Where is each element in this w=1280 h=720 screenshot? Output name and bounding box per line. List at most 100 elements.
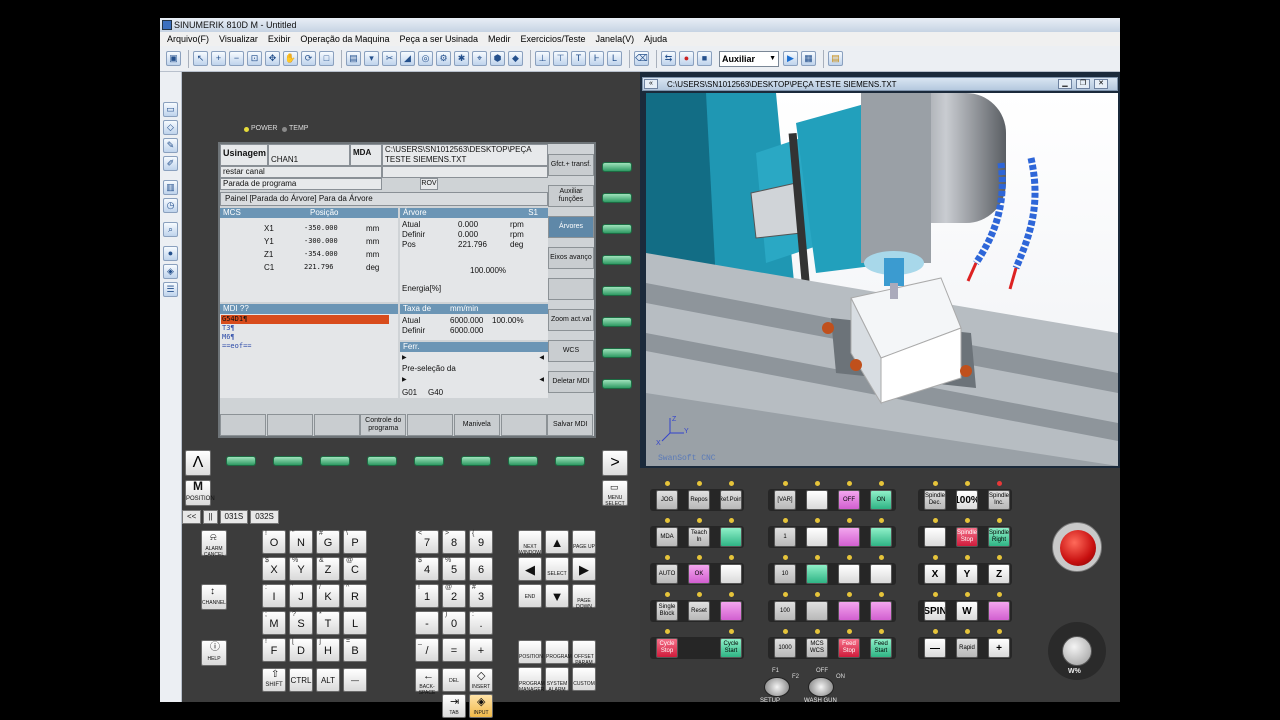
key-j[interactable]: ' J <box>289 584 313 608</box>
edit-key-1[interactable]: DEL <box>442 668 466 692</box>
fit-icon[interactable]: □ <box>319 51 334 66</box>
nav-key-2[interactable]: SELECT <box>545 557 569 581</box>
mcp-button-row2-5[interactable] <box>838 527 860 547</box>
mcp-button-row3-7[interactable]: X <box>924 564 946 584</box>
nav-key-3[interactable]: END <box>518 584 542 608</box>
key-l[interactable]: ` L <box>343 611 367 635</box>
softkey-v3[interactable]: Árvores <box>548 216 594 238</box>
menu-item-5[interactable]: Medir <box>483 34 516 44</box>
mcp-button-row1-4[interactable] <box>806 490 828 510</box>
cube-icon[interactable]: ◆ <box>508 51 523 66</box>
arrow-key-5[interactable]: ▶ <box>572 557 596 581</box>
mcp-button-row1-0[interactable]: JOG <box>656 490 678 510</box>
menu-item-0[interactable]: Arquivo(F) <box>162 34 214 44</box>
menu-item-2[interactable]: Exibir <box>263 34 296 44</box>
area-key-4[interactable]: SYSTEM ALARM <box>545 667 569 693</box>
mcp-button-row4-9[interactable] <box>988 601 1010 621</box>
key-n[interactable]: " N <box>289 530 313 554</box>
tool-4-icon[interactable]: Ⱶ <box>589 51 604 66</box>
mcp-button-row2-6[interactable] <box>870 527 892 547</box>
mcp-button-row4-2[interactable] <box>720 601 742 621</box>
record-icon[interactable]: ● <box>679 51 694 66</box>
horizontal-softkey-button-8[interactable] <box>555 456 585 466</box>
mcp-button-row4-0[interactable]: Single Block <box>656 601 678 621</box>
vertical-softkey-button-3[interactable] <box>602 224 632 234</box>
tool-1-icon[interactable]: ⊥ <box>535 51 550 66</box>
view-select-icon[interactable]: ▤ <box>346 51 361 66</box>
position-key[interactable]: M POSITION <box>185 480 215 506</box>
key-g[interactable]: # G <box>316 530 340 554</box>
star-icon[interactable]: ✱ <box>454 51 469 66</box>
save-icon[interactable]: ▣ <box>166 51 181 66</box>
cut-icon[interactable]: ✂ <box>382 51 397 66</box>
channel-tab-1[interactable]: || <box>203 510 218 524</box>
softkey-v5[interactable] <box>548 278 594 300</box>
pan-icon[interactable]: ✥ <box>265 51 280 66</box>
mcp-button-row5-8[interactable]: + <box>988 638 1010 658</box>
menu-item-8[interactable]: Ajuda <box>639 34 672 44</box>
mcp-button-row3-3[interactable]: 10 <box>774 564 796 584</box>
softkey-v4[interactable]: Eixos avanço <box>548 247 594 269</box>
area-key-0[interactable]: POSITION <box>518 640 543 664</box>
tool-5-icon[interactable]: L <box>607 51 622 66</box>
pen-icon[interactable]: ✐ <box>163 156 178 171</box>
mcp-button-row3-6[interactable] <box>870 564 892 584</box>
key-i[interactable]: :I <box>262 584 286 608</box>
mcp-button-row5-1[interactable]: Cycle Start <box>720 638 742 658</box>
key-p[interactable]: \ P <box>343 530 367 554</box>
mcp-button-row1-1[interactable]: Repos <box>688 490 710 510</box>
mcp-button-row1-7[interactable]: Spindle Dec. <box>924 490 946 510</box>
key-num-3-1[interactable]: ) 0 <box>442 611 466 635</box>
key-shift[interactable]: ⇧ SHIFT <box>262 668 286 692</box>
key-m[interactable]: ; M <box>262 611 286 635</box>
softkey-v8[interactable]: Deletar MDI <box>548 371 594 393</box>
split-icon[interactable]: ⇆ <box>661 51 676 66</box>
mcp-button-row3-0[interactable]: AUTO <box>656 564 678 584</box>
emergency-stop-button[interactable] <box>1060 530 1096 566</box>
menu-item-4[interactable]: Peça a ser Usinada <box>394 34 483 44</box>
mcp-button-row1-6[interactable]: ON <box>870 490 892 510</box>
vertical-softkey-button-1[interactable] <box>602 162 632 172</box>
mcp-button-row5-7[interactable]: Rapid <box>956 638 978 658</box>
settings-icon[interactable]: ⚙ <box>436 51 451 66</box>
mcp-button-row4-7[interactable]: SPIN <box>924 601 946 621</box>
mcp-button-row2-2[interactable] <box>720 527 742 547</box>
measure-icon[interactable]: ⌖ <box>472 51 487 66</box>
mcp-button-row4-1[interactable]: Reset <box>688 601 710 621</box>
key-num-0-2[interactable]: {9 <box>469 530 493 554</box>
softkey-v1[interactable]: Gfct.+ transf. <box>548 154 594 176</box>
softkey-h4[interactable]: Controle do programa <box>360 414 407 436</box>
mcp-button-row2-7[interactable] <box>924 527 946 547</box>
layers-icon[interactable]: ◈ <box>163 264 178 279</box>
key-h[interactable]: ] H <box>316 638 340 662</box>
collapse-view-icon[interactable]: « <box>644 79 658 89</box>
softkey-v2[interactable]: Auxiliar funções <box>548 185 594 207</box>
key-o[interactable]: ! O <box>262 530 286 554</box>
tool-2-icon[interactable]: ⊤ <box>553 51 568 66</box>
mcp-button-row3-2[interactable] <box>720 564 742 584</box>
channel-tab-3[interactable]: 032S <box>250 510 279 524</box>
horizontal-softkey-button-4[interactable] <box>367 456 397 466</box>
horizontal-softkey-button-6[interactable] <box>461 456 491 466</box>
channel-tab-2[interactable]: 031S <box>219 510 249 524</box>
mcp-button-row5-4[interactable]: Feed Stop <box>838 638 860 658</box>
vertical-softkey-button-2[interactable] <box>602 193 632 203</box>
softkey-h3[interactable] <box>313 414 360 436</box>
mode-select[interactable]: Auxiliar ▼ <box>719 50 779 67</box>
mcp-button-row5-5[interactable]: Feed Start <box>870 638 892 658</box>
horizontal-softkey-button-3[interactable] <box>320 456 350 466</box>
edit-key-2[interactable]: ◇ INSERT <box>469 668 493 692</box>
mcp-button-row3-4[interactable] <box>806 564 828 584</box>
mcp-button-row4-6[interactable] <box>870 601 892 621</box>
mcp-button-row5-6[interactable]: — <box>924 638 946 658</box>
stop-icon[interactable]: ▦ <box>801 51 816 66</box>
zoom-in-icon[interactable]: + <box>211 51 226 66</box>
side-key-0[interactable]: ⍾ ALARM CANCEL <box>201 530 227 558</box>
vertical-softkey-button-7[interactable] <box>602 348 632 358</box>
mcp-button-row2-3[interactable]: 1 <box>774 527 796 547</box>
horizontal-softkey-button-7[interactable] <box>508 456 538 466</box>
mcp-button-row3-1[interactable]: OK <box>688 564 710 584</box>
key-num-4-2[interactable]: + <box>469 638 493 662</box>
key-num-2-1[interactable]: @2 <box>442 584 466 608</box>
key-num-4-1[interactable]: = <box>442 638 466 662</box>
